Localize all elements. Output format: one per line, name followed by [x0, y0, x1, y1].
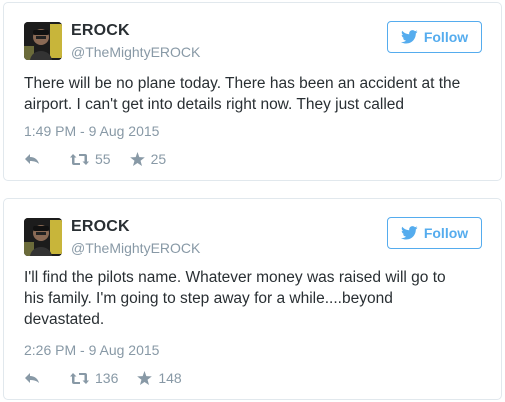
follow-button[interactable]: Follow — [387, 21, 482, 53]
follow-button[interactable]: Follow — [387, 217, 482, 249]
favorite-button[interactable]: 25 — [129, 151, 167, 167]
twitter-bird-icon — [400, 30, 418, 44]
twitter-bird-icon — [400, 226, 418, 240]
tweet-card: EROCK @TheMightyEROCK Follow I'll find t… — [3, 198, 502, 400]
avatar[interactable] — [24, 218, 62, 256]
tweet-actions: 136 148 — [24, 368, 182, 388]
tweet-text: There will be no plane today. There has … — [24, 75, 461, 113]
follow-label: Follow — [423, 225, 469, 241]
retweet-button[interactable]: 136 — [70, 370, 118, 386]
reply-button[interactable] — [24, 372, 40, 384]
display-name[interactable]: EROCK — [71, 218, 130, 236]
favorite-count: 25 — [150, 151, 167, 167]
display-name[interactable]: EROCK — [71, 22, 130, 40]
screen-name[interactable]: @TheMightyEROCK — [71, 240, 200, 256]
screen-name[interactable]: @TheMightyEROCK — [71, 44, 200, 60]
reply-icon — [24, 372, 40, 384]
tweet-card: EROCK @TheMightyEROCK Follow There will … — [3, 2, 502, 181]
reply-button[interactable] — [24, 153, 40, 165]
follow-label: Follow — [423, 29, 469, 45]
tweet-actions: 55 25 — [24, 149, 166, 169]
retweet-icon — [70, 153, 89, 166]
retweet-icon — [70, 372, 89, 385]
star-icon — [129, 152, 145, 166]
timestamp[interactable]: 2:26 PM - 9 Aug 2015 — [24, 342, 159, 358]
timestamp[interactable]: 1:49 PM - 9 Aug 2015 — [24, 123, 159, 139]
star-icon — [137, 371, 153, 385]
favorite-button[interactable]: 148 — [137, 370, 182, 386]
retweet-count: 136 — [95, 370, 119, 386]
favorite-count: 148 — [158, 370, 182, 386]
reply-icon — [24, 153, 40, 165]
avatar[interactable] — [24, 22, 62, 60]
tweet-text: I'll find the pilots name. Whatever mone… — [24, 269, 446, 328]
retweet-button[interactable]: 55 — [70, 151, 111, 167]
retweet-count: 55 — [95, 151, 111, 167]
